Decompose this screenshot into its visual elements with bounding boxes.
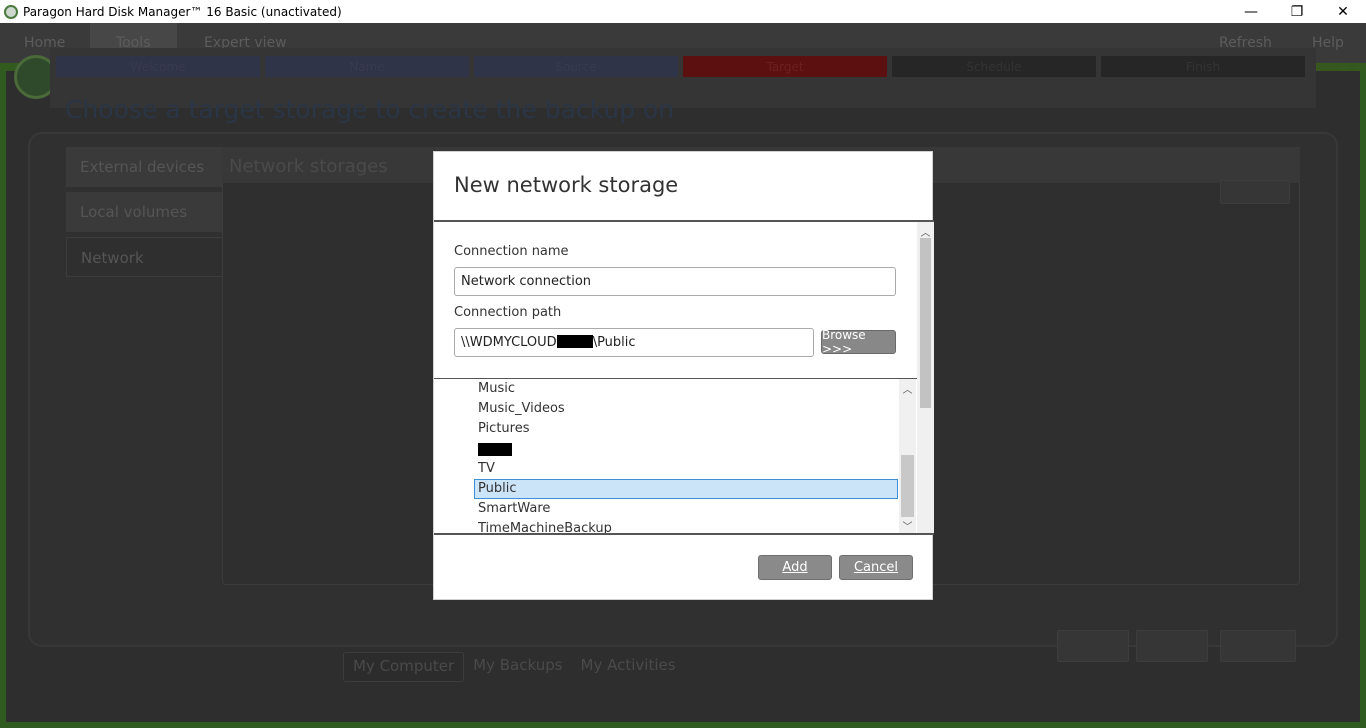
tree-scrollbar[interactable]: ︿ ﹀: [899, 379, 916, 534]
share-tree: Music Music_Videos Pictures TV Public Sm…: [434, 378, 917, 534]
dialog-body: Connection name Network connection Conne…: [434, 222, 934, 534]
connection-name-input[interactable]: Network connection: [454, 267, 896, 296]
tab-my-backups[interactable]: My Backups: [464, 652, 571, 682]
window-controls: — ❐ ✕: [1228, 0, 1366, 23]
add-storage-button[interactable]: [1220, 180, 1290, 204]
app-logo-icon: [4, 4, 18, 19]
divider: [434, 533, 934, 535]
dialog-title: New network storage: [454, 173, 679, 197]
connection-path-input[interactable]: \\WDMYCLOUD \Public: [454, 328, 814, 357]
tree-item-tv[interactable]: TV: [478, 459, 495, 479]
tab-local-volumes[interactable]: Local volumes: [66, 192, 224, 232]
browse-button[interactable]: Browse >>>: [821, 328, 896, 356]
connection-path-suffix: \Public: [592, 335, 636, 350]
add-button[interactable]: Add: [758, 555, 832, 580]
connection-name-label: Connection name: [454, 244, 569, 259]
scroll-up-icon[interactable]: ︿: [899, 381, 916, 396]
restore-button[interactable]: ❐: [1274, 0, 1320, 23]
tree-item-timemachinebackup[interactable]: TimeMachineBackup: [478, 519, 612, 534]
back-button[interactable]: [1057, 630, 1129, 662]
step-target[interactable]: Target: [683, 56, 887, 77]
tree-item-pictures[interactable]: Pictures: [478, 419, 529, 439]
step-finish[interactable]: Finish: [1101, 56, 1305, 77]
dialog-scrollbar[interactable]: ︿: [917, 222, 934, 533]
connection-path-prefix: \\WDMYCLOUD: [461, 335, 557, 350]
tab-my-activities[interactable]: My Activities: [572, 652, 685, 682]
title-bar: Paragon Hard Disk Manager™ 16 Basic (una…: [0, 0, 1366, 23]
tree-item-redacted[interactable]: [478, 439, 512, 459]
new-network-storage-dialog: New network storage Connection name Netw…: [433, 151, 934, 600]
tab-my-computer[interactable]: My Computer: [343, 652, 465, 682]
tree-scroll-thumb[interactable]: [901, 455, 914, 517]
redacted-block: [556, 335, 593, 348]
connection-path-label: Connection path: [454, 305, 562, 320]
wizard-steps: Welcome Name Source Target Schedule Fini…: [56, 56, 1305, 77]
step-welcome[interactable]: Welcome: [56, 56, 260, 77]
tree-item-smartware[interactable]: SmartWare: [478, 499, 550, 519]
tree-item-music-videos[interactable]: Music_Videos: [478, 399, 565, 419]
menu-help[interactable]: Help: [1312, 35, 1344, 51]
scroll-down-icon[interactable]: ﹀: [899, 518, 916, 533]
scroll-up-icon[interactable]: ︿: [917, 224, 934, 239]
page-title: Choose a target storage to create the ba…: [65, 95, 675, 124]
storage-type-tabs: External devices Local volumes Network: [66, 147, 224, 282]
minimize-button[interactable]: —: [1228, 0, 1274, 23]
step-source[interactable]: Source: [474, 56, 678, 77]
step-schedule[interactable]: Schedule: [892, 56, 1096, 77]
dialog-scroll-thumb[interactable]: [920, 238, 931, 408]
content-title: Network storages: [229, 156, 388, 177]
tree-item-music[interactable]: Music: [478, 379, 515, 399]
tab-network[interactable]: Network: [66, 237, 224, 277]
tab-external-devices[interactable]: External devices: [66, 147, 224, 187]
window-title: Paragon Hard Disk Manager™ 16 Basic (una…: [23, 4, 342, 19]
bottom-nav: My Computer My Backups My Activities: [343, 652, 685, 682]
tree-item-public[interactable]: Public: [474, 479, 898, 499]
wizard-cancel-button[interactable]: [1220, 630, 1296, 662]
redacted-block: [478, 443, 512, 456]
next-button[interactable]: [1136, 630, 1208, 662]
close-button[interactable]: ✕: [1320, 0, 1366, 23]
step-name[interactable]: Name: [265, 56, 469, 77]
cancel-button[interactable]: Cancel: [839, 555, 913, 580]
